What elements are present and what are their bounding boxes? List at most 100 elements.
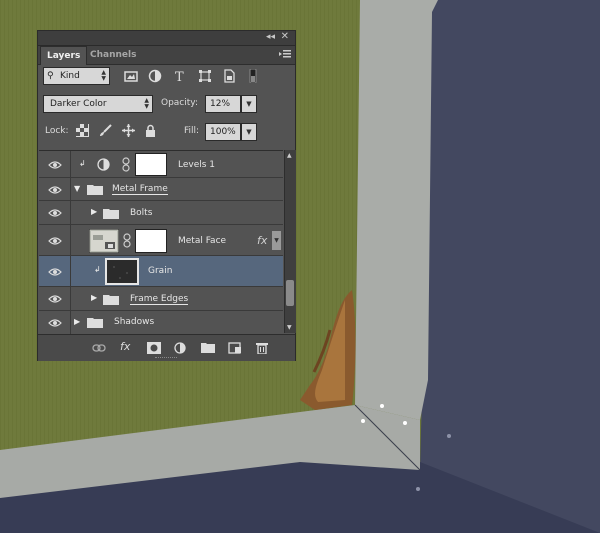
row-divider bbox=[70, 225, 71, 256]
layers-panel: ◂◂ ✕ Layers Channels ⚲ Kind ▲ ▼ T Darker … bbox=[37, 30, 296, 361]
visibility-eye-icon[interactable] bbox=[48, 236, 62, 246]
clipping-arrow-icon: ↲ bbox=[94, 265, 101, 274]
row-divider bbox=[70, 256, 71, 287]
layer-effects-fx-icon[interactable]: fx bbox=[257, 234, 267, 247]
panel-tabs: Layers Channels bbox=[38, 46, 295, 65]
blend-mode-value: Darker Color bbox=[50, 99, 107, 109]
effects-expand-button[interactable]: ▼ bbox=[272, 231, 281, 250]
layer-mask-thumbnail[interactable] bbox=[135, 153, 167, 176]
row-divider bbox=[70, 151, 71, 178]
layers-scrollbar[interactable]: ▲ ▼ bbox=[284, 150, 296, 333]
fx-icon[interactable]: fx bbox=[120, 340, 130, 353]
layer-row-bolts[interactable]: ▶ Bolts bbox=[39, 201, 283, 225]
layer-thumbnail[interactable] bbox=[89, 229, 119, 253]
fill-dropdown-button[interactable]: ▼ bbox=[241, 123, 257, 141]
layer-name[interactable]: Shadows bbox=[114, 317, 154, 327]
visibility-eye-icon[interactable] bbox=[48, 318, 62, 328]
layer-name[interactable]: Metal Frame bbox=[112, 184, 168, 195]
tab-layers[interactable]: Layers bbox=[40, 46, 88, 65]
bolt-2 bbox=[403, 421, 407, 425]
bolt-1 bbox=[361, 419, 365, 423]
layer-row-metal-frame[interactable]: ▼ Metal Frame bbox=[39, 178, 283, 201]
layer-thumbnail[interactable] bbox=[105, 258, 139, 285]
row-divider bbox=[70, 201, 71, 225]
layer-mask-thumbnail[interactable] bbox=[135, 229, 167, 253]
collapse-panel-button[interactable]: ◂◂ bbox=[266, 32, 275, 42]
row-divider bbox=[70, 178, 71, 201]
shape-filter-icon[interactable] bbox=[198, 69, 212, 83]
layer-name[interactable]: Grain bbox=[148, 266, 172, 276]
bolt-5 bbox=[447, 434, 451, 438]
expand-triangle-icon[interactable]: ▶ bbox=[91, 207, 97, 216]
new-group-icon[interactable] bbox=[201, 342, 215, 354]
panel-title-bar[interactable]: ◂◂ ✕ bbox=[38, 31, 295, 46]
tab-channels[interactable]: Channels bbox=[84, 46, 142, 64]
lock-all-icon[interactable] bbox=[144, 124, 157, 137]
row-divider bbox=[70, 311, 71, 334]
visibility-eye-icon[interactable] bbox=[48, 294, 62, 304]
expand-triangle-icon[interactable]: ▶ bbox=[91, 293, 97, 302]
filter-kind-select[interactable]: ⚲ Kind ▲ ▼ bbox=[43, 67, 110, 85]
scroll-up-icon[interactable]: ▲ bbox=[287, 152, 292, 159]
adjustment-layer-icon bbox=[97, 158, 110, 171]
lock-pixels-icon[interactable] bbox=[99, 124, 112, 137]
layer-row-shadows[interactable]: ▶ Shadows bbox=[39, 311, 283, 334]
blend-mode-select[interactable]: Darker Color ▲ ▼ bbox=[43, 95, 153, 113]
layer-row-frame-edges[interactable]: ▶ Frame Edges bbox=[39, 287, 283, 311]
bolt-4 bbox=[416, 487, 420, 491]
fill-input[interactable]: 100% bbox=[205, 123, 241, 141]
expand-triangle-icon[interactable]: ▼ bbox=[74, 184, 80, 193]
folder-icon bbox=[87, 318, 103, 328]
visibility-eye-icon[interactable] bbox=[48, 160, 62, 170]
fill-label: Fill: bbox=[184, 126, 200, 136]
smart-object-filter-icon[interactable] bbox=[222, 69, 236, 83]
search-icon: ⚲ bbox=[47, 71, 54, 81]
chain-link-icon[interactable] bbox=[122, 233, 132, 248]
image-filter-icon[interactable] bbox=[124, 69, 138, 83]
lock-transparency-icon[interactable] bbox=[76, 124, 89, 137]
layer-name[interactable]: Frame Edges bbox=[130, 294, 189, 305]
new-layer-icon[interactable] bbox=[228, 342, 242, 354]
chain-link-icon[interactable] bbox=[121, 157, 131, 172]
select-arrows-icon: ▲ ▼ bbox=[101, 69, 106, 82]
folder-icon bbox=[87, 185, 103, 195]
opacity-label: Opacity: bbox=[161, 98, 198, 108]
delete-layer-icon[interactable] bbox=[255, 342, 269, 354]
opacity-input[interactable]: 12% bbox=[205, 95, 241, 113]
scroll-down-icon[interactable]: ▼ bbox=[287, 324, 292, 331]
navy-wall bbox=[420, 0, 600, 533]
folder-icon bbox=[103, 209, 119, 219]
layer-row-grain[interactable]: ↲ Grain bbox=[39, 256, 283, 287]
visibility-eye-icon[interactable] bbox=[48, 267, 62, 277]
scrollbar-thumb[interactable] bbox=[286, 280, 294, 306]
svg-text:T: T bbox=[175, 70, 184, 83]
filter-kind-label: Kind bbox=[60, 71, 80, 81]
folder-icon bbox=[103, 295, 119, 305]
select-arrows-icon: ▲ ▼ bbox=[144, 97, 149, 110]
add-mask-icon[interactable] bbox=[147, 342, 161, 354]
link-layers-icon[interactable] bbox=[92, 342, 106, 354]
opacity-dropdown-button[interactable]: ▼ bbox=[241, 95, 257, 113]
resize-grip[interactable] bbox=[155, 357, 177, 361]
panel-bottom-toolbar: fx bbox=[38, 334, 295, 361]
frame-vertical bbox=[355, 0, 438, 420]
lock-position-icon[interactable] bbox=[122, 124, 135, 137]
layer-name[interactable]: Bolts bbox=[130, 208, 152, 218]
type-filter-icon[interactable]: T bbox=[173, 69, 187, 83]
bolt-3 bbox=[380, 404, 384, 408]
layer-name[interactable]: Metal Face bbox=[178, 236, 226, 246]
layer-name[interactable]: Levels 1 bbox=[178, 160, 215, 170]
new-adjustment-icon[interactable] bbox=[174, 342, 188, 354]
close-panel-button[interactable]: ✕ bbox=[281, 31, 289, 42]
layer-row-metal-face[interactable]: Metal Face fx ▼ bbox=[39, 225, 283, 256]
expand-triangle-icon[interactable]: ▶ bbox=[74, 317, 80, 326]
adjustment-filter-icon[interactable] bbox=[148, 69, 162, 83]
filter-toggle-icon[interactable] bbox=[246, 69, 260, 83]
visibility-eye-icon[interactable] bbox=[48, 185, 62, 195]
lock-label: Lock: bbox=[45, 126, 69, 136]
panel-menu-icon[interactable] bbox=[279, 49, 291, 59]
clipping-arrow-icon: ↲ bbox=[79, 159, 86, 168]
visibility-eye-icon[interactable] bbox=[48, 208, 62, 218]
layer-row-levels-1[interactable]: ↲ Levels 1 bbox=[39, 151, 283, 178]
row-divider bbox=[70, 287, 71, 311]
